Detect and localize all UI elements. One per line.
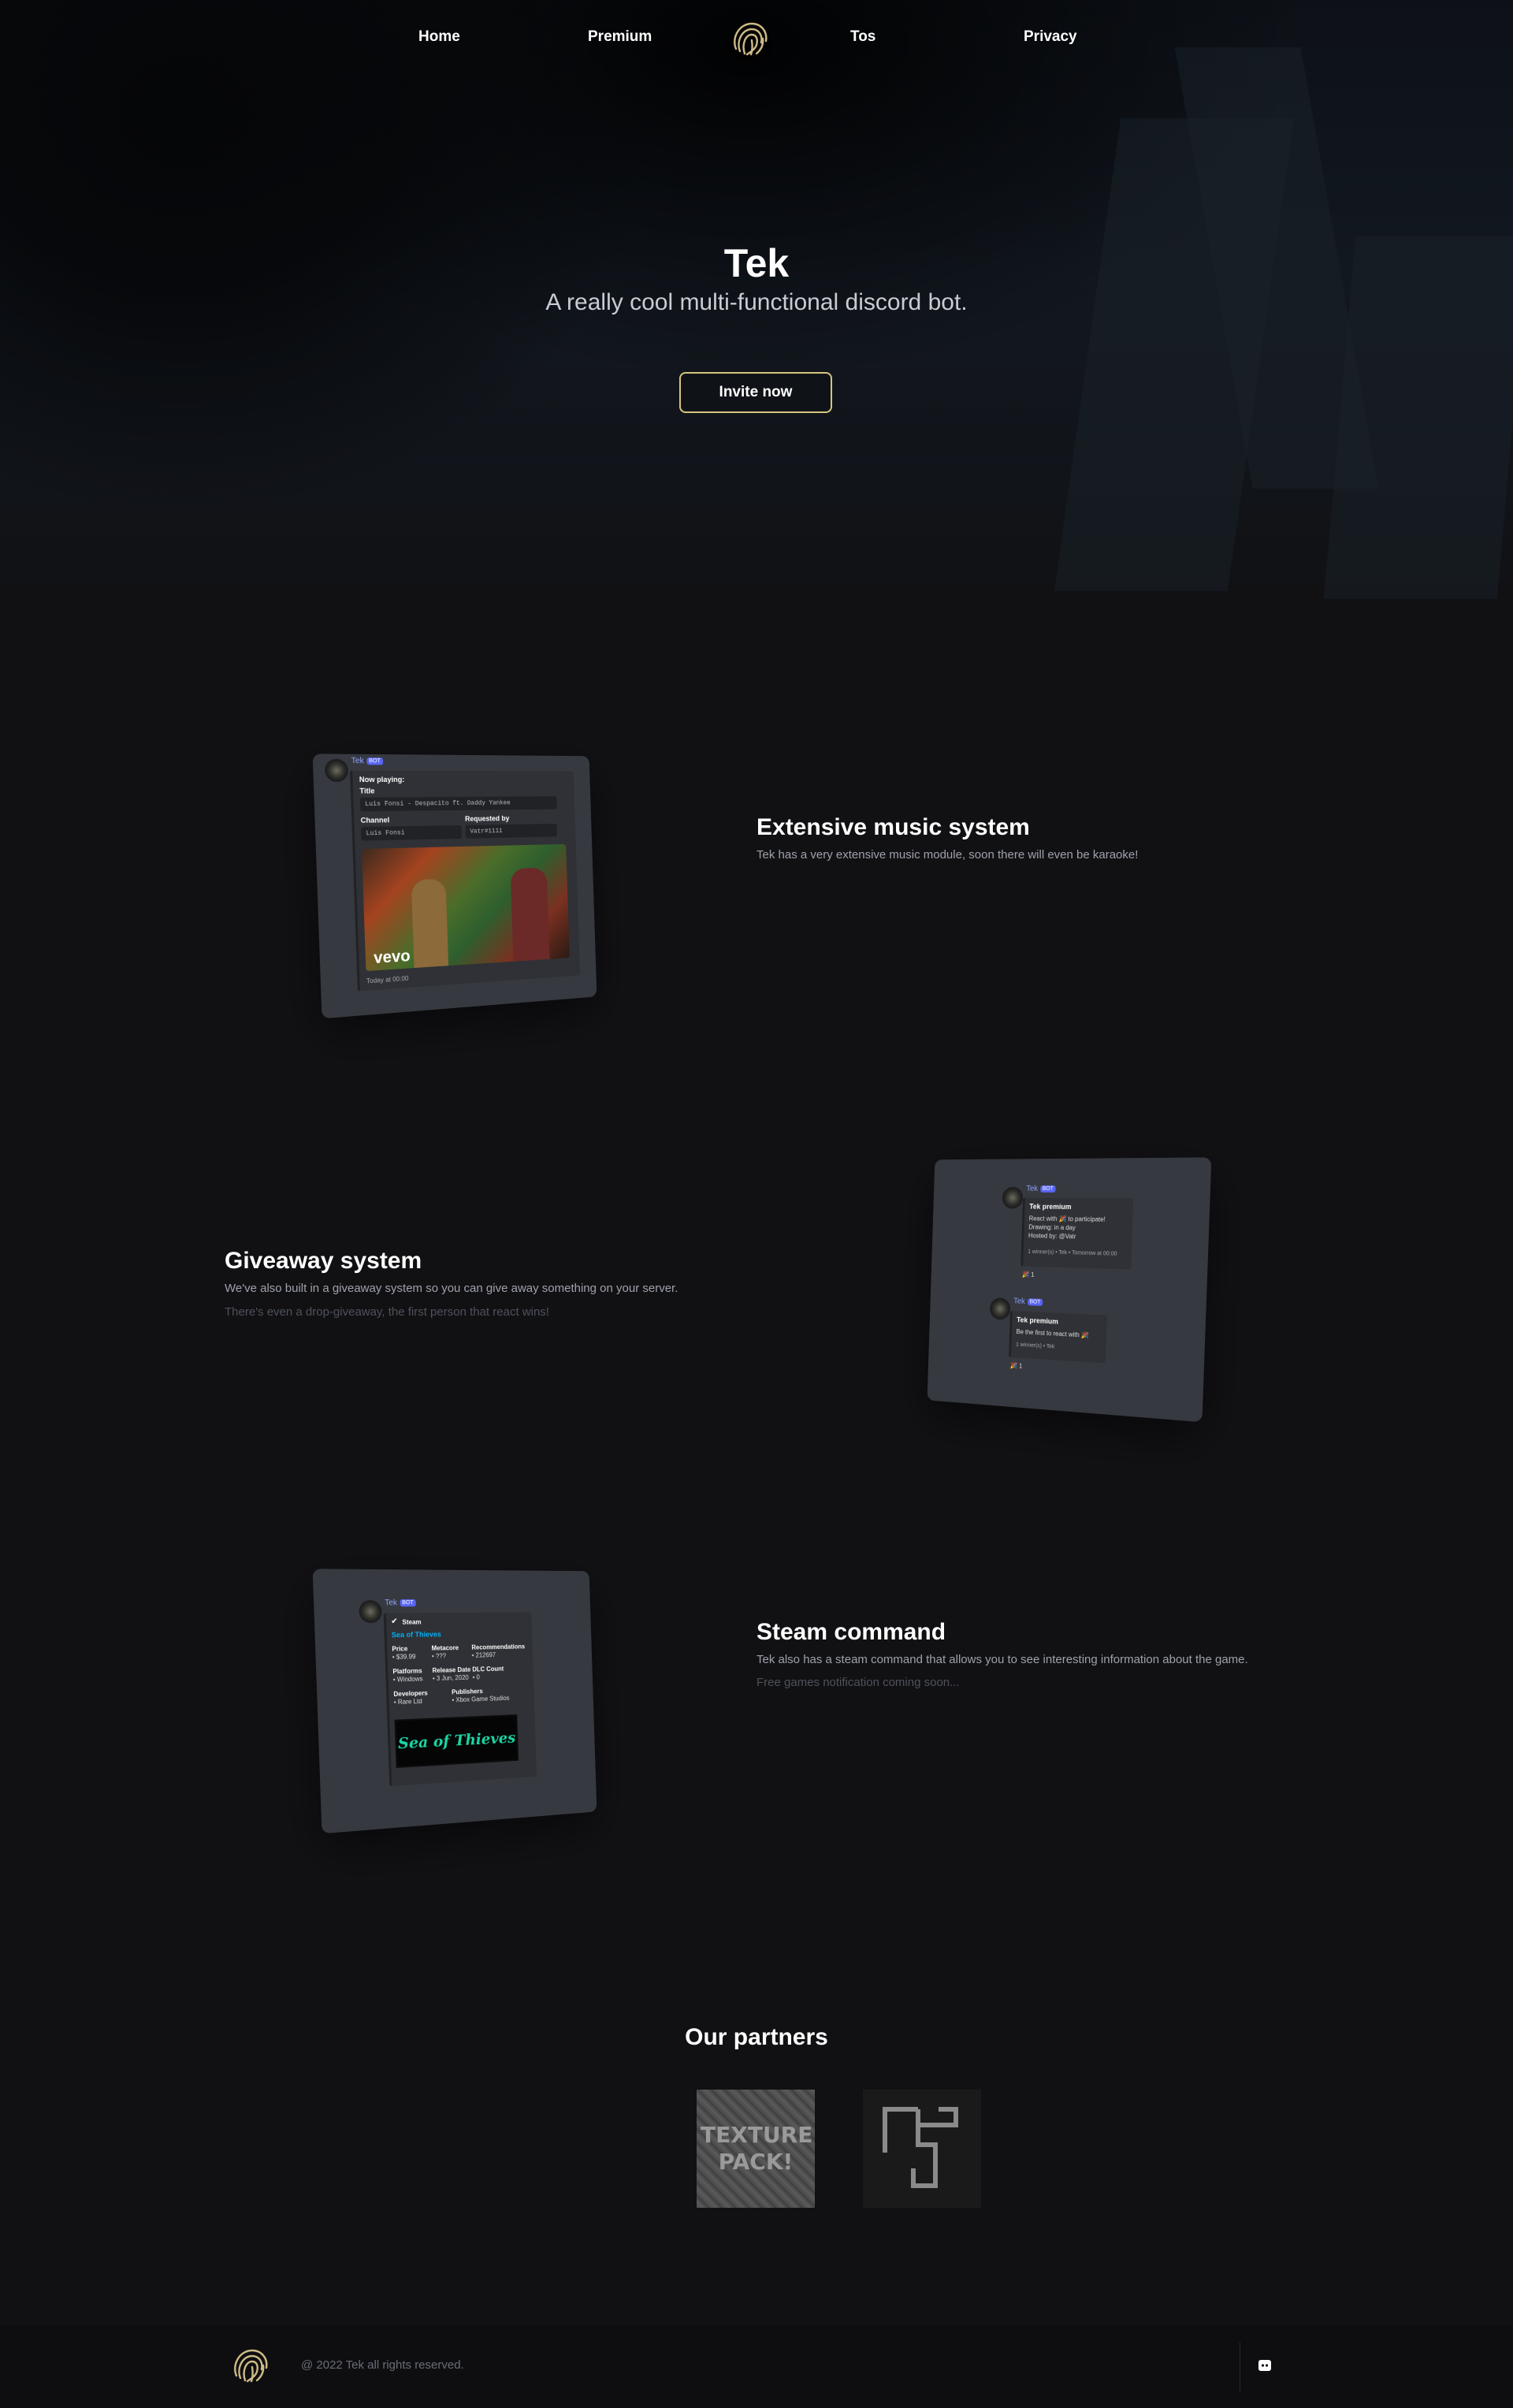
bot-name: Tek BOT [1013, 1297, 1043, 1306]
ts-logo-icon [883, 2107, 958, 2188]
nav-home-link[interactable]: Home [418, 28, 460, 46]
requested-label: Requested by [464, 814, 510, 823]
steam-icon: ✔ [391, 1617, 398, 1626]
bot-name: Tek BOT [1026, 1185, 1056, 1193]
bot-tag: BOT [366, 757, 384, 765]
embed-author: Steam [402, 1618, 422, 1626]
top-nav: Home Premium Tos Privacy [0, 0, 1513, 75]
feature-note-giveaway: There's even a drop-giveaway, the first … [225, 1305, 549, 1319]
giveaway-line: React with 🎉 to participate! [1028, 1215, 1106, 1223]
music-card: Tek BOT Now playing: Title Luis Fonsi - D… [312, 754, 597, 1019]
title-value: Luis Fonsi - Despacito ft. Daddy Yankee [359, 796, 557, 812]
hero-title: Tek [723, 241, 790, 285]
developers-value: • Rare Ltd [393, 1697, 422, 1706]
channel-value: Luis Fonsi [360, 824, 463, 841]
vevo-logo: vevo [373, 947, 411, 968]
giveaway-title: Tek premium [1016, 1316, 1059, 1326]
hero-subtitle: A really cool multi-functional discord b… [545, 289, 968, 315]
platforms-label: Platforms [392, 1667, 422, 1676]
giveaway-title: Tek premium [1029, 1202, 1072, 1211]
partner-texture-pack-label: TEXTURE PACK! [701, 2122, 813, 2175]
recommendations-label: Recommendations [471, 1643, 526, 1651]
bot-tag: BOT [399, 1599, 416, 1607]
reaction-button[interactable]: 🎉 1 [1009, 1362, 1022, 1370]
channel-label: Channel [360, 816, 390, 824]
music-embed: Now playing: Title Luis Fonsi - Despacit… [350, 770, 581, 992]
dlc-count-value: • 0 [472, 1673, 480, 1681]
feature-title-music: Extensive music system [756, 814, 1030, 840]
recommendations-value: • 212697 [471, 1651, 496, 1659]
requested-value: Vatr#1111 [465, 823, 558, 839]
giveaway-footer: 1 winner(s) • Tek [1015, 1342, 1055, 1350]
bot-tag: BOT [1039, 1185, 1056, 1193]
feature-title-giveaway: Giveaway system [225, 1248, 422, 1274]
feature-title-steam: Steam command [756, 1619, 946, 1645]
giveaway-line: Be the first to react with 🎉 [1016, 1328, 1090, 1339]
price-label: Price [392, 1645, 408, 1653]
bot-avatar [324, 758, 349, 783]
giveaway-line: Hosted by: @Vatr [1028, 1232, 1076, 1241]
steam-embed: ✔ Steam Sea of Thieves Price • $39.99 Me… [383, 1612, 537, 1787]
developers-label: Developers [393, 1689, 428, 1699]
bot-avatar [359, 1600, 383, 1624]
feature-desc-steam: Tek also has a steam command that allows… [756, 1653, 1248, 1666]
fingerprint-logo-icon[interactable] [728, 17, 771, 60]
bot-avatar [989, 1297, 1011, 1320]
thumbnail-figure [510, 867, 550, 962]
footer: @ 2022 Tek all rights reserved. [0, 2325, 1513, 2408]
video-thumbnail: vevo [361, 843, 570, 972]
giveaway-embed: Tek premium React with 🎉 to participate!… [1020, 1197, 1134, 1270]
giveaway-line: Drawing: in a day [1028, 1223, 1076, 1232]
copyright-text: @ 2022 Tek all rights reserved. [301, 2358, 464, 2372]
price-value: • $39.99 [392, 1653, 416, 1661]
embed-footer: Today at 00:00 [366, 974, 409, 985]
partners-title: Our partners [685, 2024, 828, 2050]
nav-tos-link[interactable]: Tos [850, 28, 875, 46]
publishers-label: Publishers [452, 1688, 483, 1696]
game-banner-image: Sea of Thieves [394, 1714, 519, 1769]
publishers-value: • Xbox Game Studios [452, 1694, 510, 1704]
feature-note-steam: Free games notification coming soon... [756, 1676, 960, 1689]
drop-giveaway-embed: Tek premium Be the first to react with 🎉… [1009, 1310, 1107, 1364]
platforms-value: • Windows [392, 1675, 423, 1684]
now-playing-label: Now playing: [359, 775, 405, 784]
discord-icon[interactable] [1258, 2358, 1272, 2373]
invite-now-button[interactable]: Invite now [679, 372, 832, 413]
title-label: Title [359, 787, 375, 795]
dlc-count-label: DLC Count [472, 1665, 504, 1673]
giveaway-card: Tek BOT Tek premium React with 🎉 to parti… [927, 1157, 1212, 1423]
giveaway-footer: 1 winner(s) • Tek • Tomorrow at 00:00 [1028, 1249, 1117, 1257]
nav-privacy-link[interactable]: Privacy [1024, 28, 1077, 46]
bot-tag: BOT [1027, 1298, 1043, 1306]
release-date-value: • 3 Jun, 2020 [432, 1673, 469, 1683]
game-banner-text: Sea of Thieves [397, 1729, 516, 1753]
steam-card: Tek BOT ✔ Steam Sea of Thieves Price • $3… [312, 1569, 597, 1834]
thumbnail-figure [411, 878, 449, 969]
feature-desc-music: Tek has a very extensive music module, s… [756, 848, 1139, 862]
bot-avatar [1002, 1186, 1024, 1209]
game-title-link[interactable]: Sea of Thieves [392, 1630, 441, 1639]
feature-desc-giveaway: We've also built in a giveaway system so… [225, 1282, 678, 1295]
metacore-value: • ??? [431, 1652, 447, 1660]
release-date-label: Release Date [432, 1666, 471, 1675]
partner-ts[interactable] [863, 2090, 981, 2208]
bot-name: Tek BOT [385, 1599, 416, 1607]
bot-name: Tek BOT [351, 757, 384, 766]
nav-premium-link[interactable]: Premium [588, 28, 652, 46]
reaction-button[interactable]: 🎉 1 [1022, 1271, 1035, 1278]
metacore-label: Metacore [431, 1644, 459, 1652]
fingerprint-logo-icon[interactable] [229, 2344, 271, 2387]
partner-texture-pack[interactable]: TEXTURE PACK! [697, 2090, 815, 2208]
